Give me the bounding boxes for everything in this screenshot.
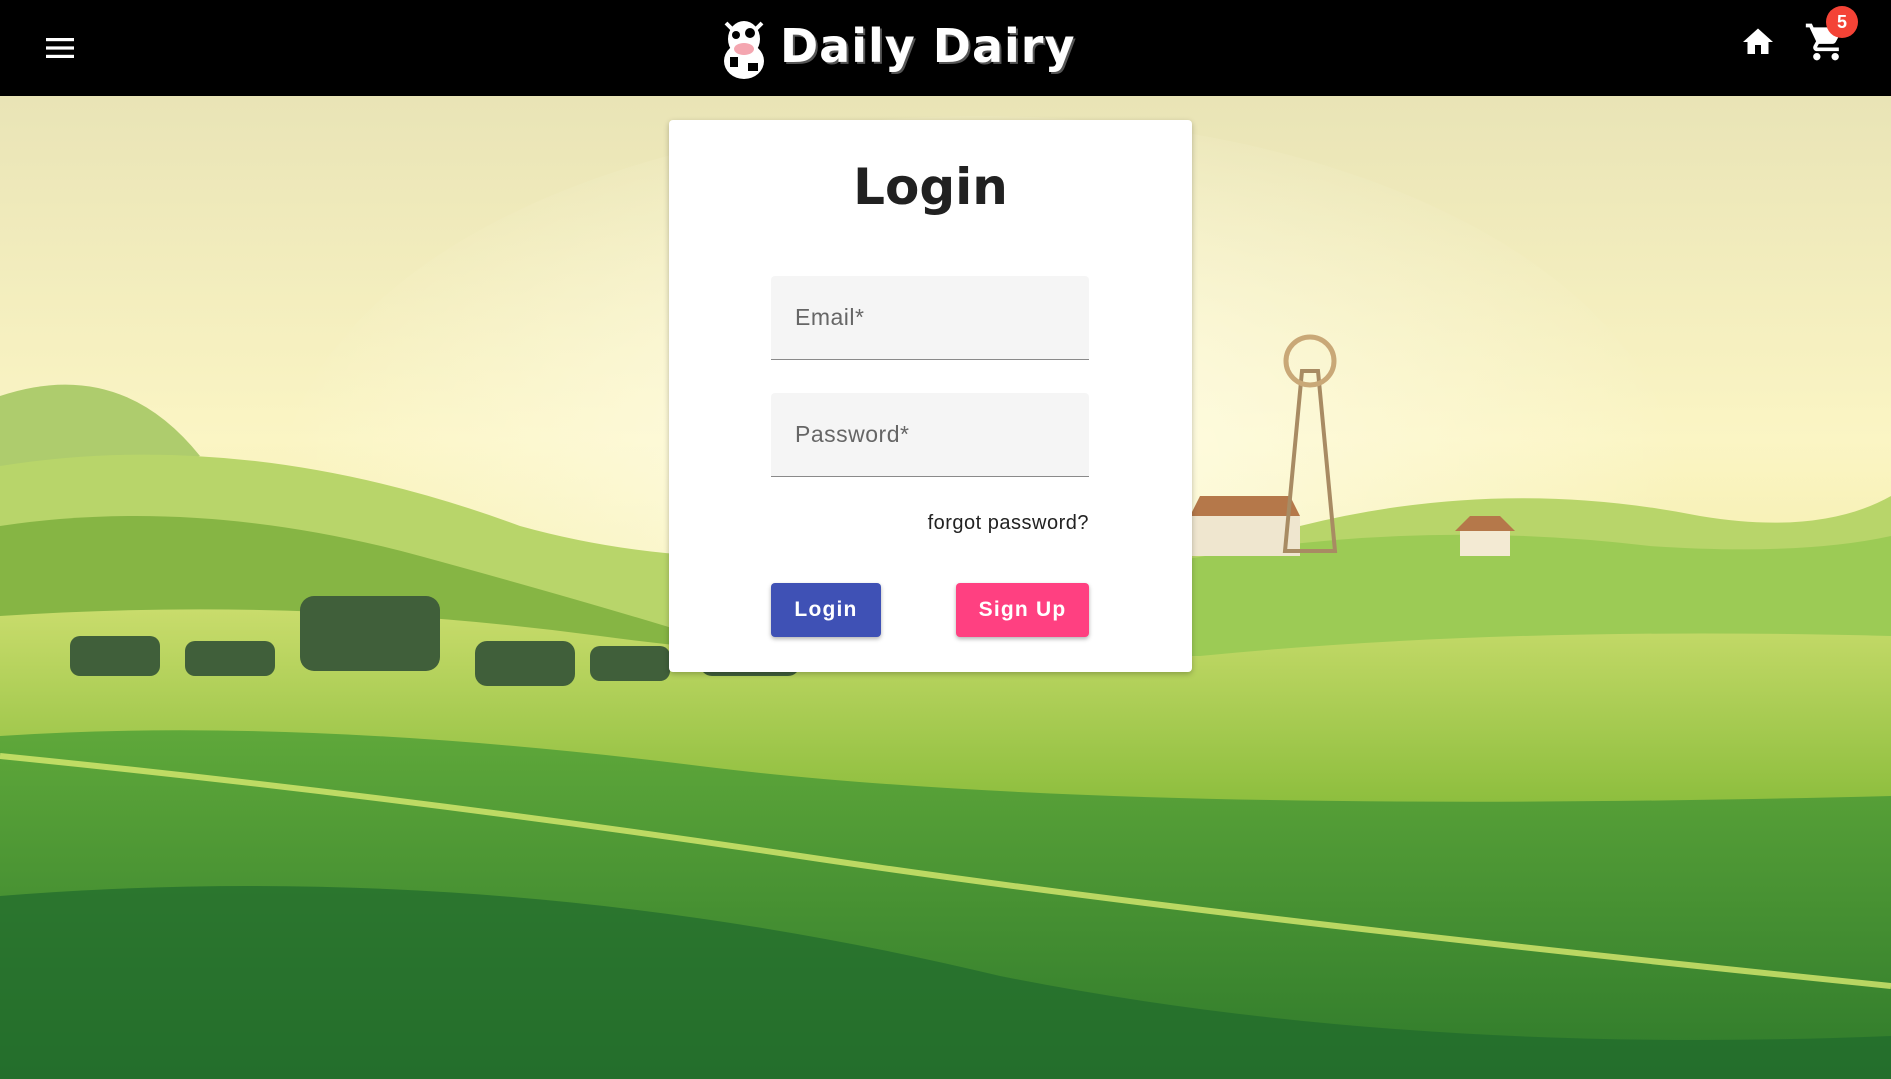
home-icon	[1743, 28, 1773, 54]
home-button[interactable]	[1740, 24, 1776, 60]
cart-count-badge: 5	[1826, 6, 1858, 38]
app-root: Daily Dairy 5 Login forgot password? Log…	[0, 0, 1891, 1079]
brand-logo[interactable]: Daily Dairy	[718, 8, 1075, 84]
cow-mascot-icon	[724, 21, 764, 79]
signup-button[interactable]: Sign Up	[956, 583, 1089, 637]
password-field[interactable]	[771, 393, 1089, 477]
hamburger-menu-icon	[46, 38, 74, 58]
password-input[interactable]	[771, 393, 1089, 476]
menu-button[interactable]	[40, 30, 80, 66]
login-card: Login forgot password? Login Sign Up	[669, 120, 1192, 672]
email-input[interactable]	[771, 276, 1089, 359]
login-button[interactable]: Login	[771, 583, 881, 637]
forgot-password-link[interactable]: forgot password?	[928, 512, 1089, 535]
email-field[interactable]	[771, 276, 1089, 360]
brand-name: Daily Dairy	[780, 19, 1076, 73]
login-title: Login	[853, 158, 1008, 216]
top-app-bar: Daily Dairy 5	[0, 0, 1891, 96]
